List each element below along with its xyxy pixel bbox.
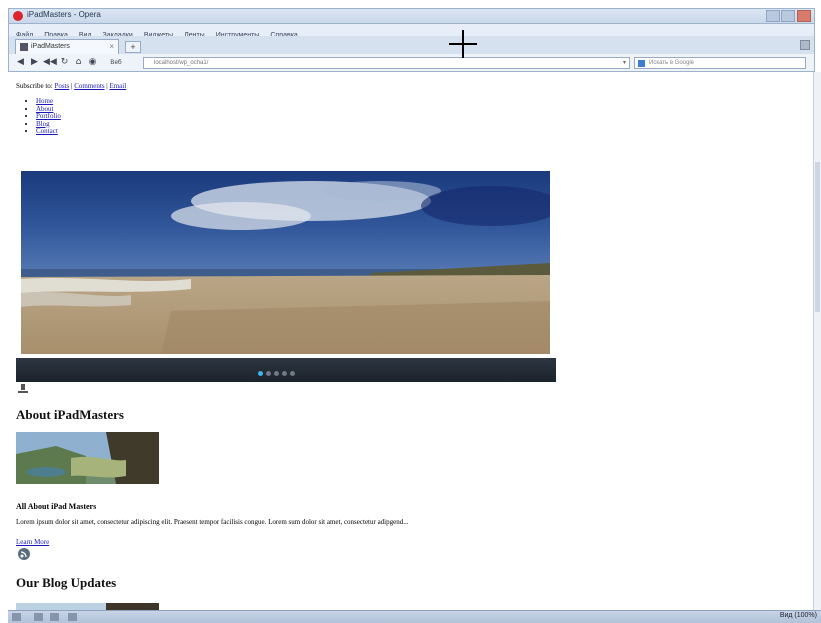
pin-icon [18,384,28,393]
panel-icon[interactable] [12,613,21,621]
vertical-scrollbar[interactable] [813,72,821,610]
slider-dots [258,363,298,376]
opera-logo-icon [13,11,23,21]
rewind-icon[interactable]: ◀◀ [43,57,57,68]
navigation-bar: ◀ ▶ ◀◀ ↻ ⌂ ◉ Веб localhost/wp_ocha1/ ▾ И… [8,54,815,72]
close-window-button[interactable] [797,10,811,22]
window-titlebar: iPadMasters - Opera [8,8,815,24]
home-icon[interactable]: ⌂ [73,57,84,68]
nav-link[interactable]: Contact [36,127,58,136]
speed-dial-icon[interactable] [68,613,77,621]
slider-dot[interactable] [274,371,279,376]
scrollbar-thumb[interactable] [815,162,820,312]
address-input[interactable]: localhost/wp_ocha1/ ▾ [143,57,630,69]
subscribe-label: Subscribe to: [16,82,53,90]
about-thumbnail [16,432,159,484]
google-icon [638,60,645,67]
about-subheading: All About iPad Masters [16,502,97,511]
slider-dot[interactable] [258,371,263,376]
panel-toggle-icon[interactable] [800,40,810,50]
zoom-level[interactable]: Вид (100%) [780,612,817,619]
tab-bar: iPadMasters × + [8,36,815,54]
tab-label: iPadMasters [31,43,70,50]
minimize-button[interactable] [766,10,780,22]
nav-item-contact: Contact [36,128,61,136]
window-title: iPadMasters - Opera [27,10,101,19]
slider-dot[interactable] [282,371,287,376]
hero-slider-image[interactable] [21,171,550,354]
menu-bar: Файл Правка Вид Закладки Виджеты Ленты И… [8,24,815,39]
unite-icon[interactable] [50,613,59,621]
subscribe-posts-link[interactable]: Posts [55,82,70,90]
crosshair-cursor-icon [449,30,477,58]
blog-image [16,603,159,610]
favicon-icon [20,43,28,51]
learn-more-link[interactable]: Learn More [16,538,49,546]
maximize-button[interactable] [781,10,795,22]
chevron-down-icon[interactable]: ▾ [623,59,626,66]
new-tab-button[interactable]: + [125,41,141,53]
blog-thumbnail [16,600,159,610]
blog-heading: Our Blog Updates [16,575,117,590]
address-prefix: Веб [110,59,122,66]
slider-dot[interactable] [266,371,271,376]
address-value: localhost/wp_ocha1/ [154,60,209,66]
search-placeholder: Искать в Google [649,60,695,66]
landscape-image [16,432,159,484]
site-nav: Home About Portfolio Blog Contact [22,97,61,136]
beach-image [21,171,550,354]
subscribe-email-link[interactable]: Email [109,82,126,90]
status-bar: Вид (100%) [8,610,821,623]
back-icon[interactable]: ◀ [15,57,26,68]
about-text: Lorem ipsum dolor sit amet, consectetur … [16,518,409,526]
turbo-icon[interactable] [34,613,43,621]
slider-dot[interactable] [290,371,295,376]
rss-icon[interactable] [17,547,31,561]
subscribe-comments-link[interactable]: Comments [74,82,104,90]
about-heading: About iPadMasters [16,407,124,422]
security-icon: ◉ [88,57,97,67]
reload-icon[interactable]: ↻ [59,57,70,68]
search-input[interactable]: Искать в Google [634,57,806,69]
subscribe-line: Subscribe to: Posts | Comments | Email [16,82,127,90]
browser-tab[interactable]: iPadMasters × [15,39,119,54]
forward-icon[interactable]: ▶ [29,57,40,68]
close-tab-icon[interactable]: × [109,42,114,51]
